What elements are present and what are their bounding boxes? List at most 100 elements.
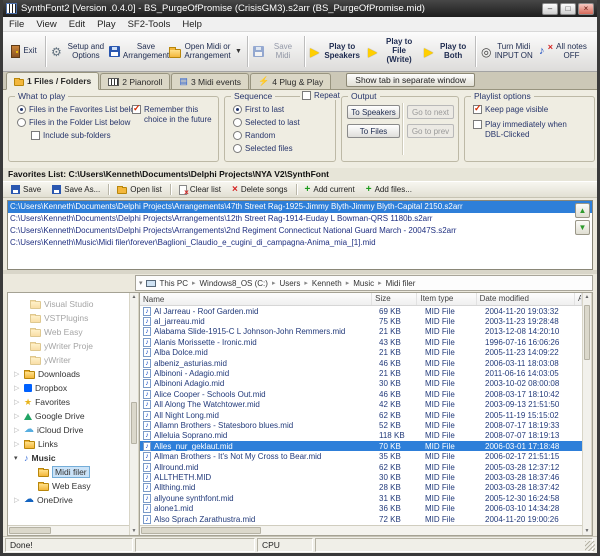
breadcrumb-midi-filer[interactable]: Midi filer: [386, 279, 416, 288]
tree-item-onedrive[interactable]: ▷☁OneDrive: [8, 493, 129, 507]
checkbox-repeat[interactable]: Repeat: [300, 91, 342, 100]
menu-view[interactable]: View: [36, 19, 56, 30]
setup-options-button[interactable]: ⚙ Setup and Options: [48, 34, 110, 69]
menu-help[interactable]: Help: [182, 19, 202, 30]
play-to-both-button[interactable]: ▶ Play to Both: [421, 34, 473, 69]
menu-play[interactable]: Play: [97, 19, 115, 30]
save-midi-button[interactable]: Save Midi: [250, 34, 302, 69]
open-dropdown-button[interactable]: ▼: [232, 34, 245, 69]
chevron-right-icon[interactable]: ▷: [14, 496, 21, 504]
column-header-size[interactable]: Size: [372, 293, 417, 305]
radio-first-to-last[interactable]: First to last: [233, 105, 284, 115]
tree-item-ywriter-proje[interactable]: yWriter Proje: [8, 339, 129, 353]
menu-file[interactable]: File: [9, 19, 24, 30]
radio-selected-to-last[interactable]: Selected to last: [233, 118, 300, 128]
tree-item-icloud-drive[interactable]: ▷☁iCloud Drive: [8, 423, 129, 437]
tab-plug-play[interactable]: ⚡ 4 Plug & Play: [250, 73, 331, 89]
chevron-down-icon[interactable]: ▾: [14, 454, 21, 462]
checkbox-keep-page-visible[interactable]: Keep page visible: [473, 105, 548, 115]
scrollbar-thumb[interactable]: [584, 305, 590, 360]
tree-horizontal-scrollbar[interactable]: [8, 525, 129, 535]
tree-item-vstplugins[interactable]: VSTPlugins: [8, 311, 129, 325]
file-row[interactable]: ♪All Along The Watchtower.mid 42 KB MID …: [140, 400, 582, 410]
scrollbar-thumb[interactable]: [141, 527, 261, 534]
checkbox-include-subfolders[interactable]: Include sub-folders: [31, 131, 111, 141]
scroll-up-arrow-icon[interactable]: ▲: [585, 294, 590, 300]
midi-input-button[interactable]: ◎ Turn Midi INPUT ON: [478, 34, 536, 69]
tree-item-dropbox[interactable]: ▷Dropbox: [8, 381, 129, 395]
file-row[interactable]: ♪Allamn Brothers - Statesboro blues.mid …: [140, 420, 582, 430]
tree-item-midi-filer[interactable]: Midi filer: [8, 465, 129, 479]
menu-sf2-tools[interactable]: SF2-Tools: [128, 19, 171, 30]
favorites-list-item[interactable]: C:\Users\Kenneth\Documents\Delphi Projec…: [8, 201, 592, 213]
file-row[interactable]: ♪Allround.mid 62 KB MID File 2005-03-28 …: [140, 462, 582, 472]
all-notes-off-button[interactable]: ♪ All notes OFF: [536, 34, 592, 69]
scroll-down-arrow-icon[interactable]: ▼: [585, 528, 590, 534]
table-vertical-scrollbar[interactable]: ▲ ▼: [582, 293, 592, 535]
file-row[interactable]: ♪allyoune synthfont.mid 31 KB MID File 2…: [140, 493, 582, 503]
column-header-name[interactable]: Name: [140, 293, 372, 305]
scrollbar-thumb[interactable]: [131, 402, 137, 444]
file-row[interactable]: ♪Alabama Slide-1915-C L Johnson-John Rem…: [140, 327, 582, 337]
show-tab-separate-window-button[interactable]: Show tab in separate window: [346, 73, 475, 87]
chevron-right-icon[interactable]: ▷: [14, 398, 21, 406]
menu-edit[interactable]: Edit: [69, 19, 85, 30]
minimize-button[interactable]: –: [542, 3, 558, 15]
file-row[interactable]: ♪Alles_nur_geklaut.mid 70 KB MID File 20…: [140, 441, 582, 451]
file-row[interactable]: ♪Albinoni - Adagio.mid 21 KB MID File 20…: [140, 368, 582, 378]
close-button[interactable]: ×: [578, 3, 594, 15]
tree-item-music[interactable]: ▾♪Music: [8, 451, 129, 465]
file-row[interactable]: ♪Allthing.mid 28 KB MID File 2003-03-28 …: [140, 483, 582, 493]
move-down-button[interactable]: ▼: [575, 220, 590, 235]
favorites-list-item[interactable]: C:\Users\Kenneth\Documents\Delphi Projec…: [8, 213, 592, 225]
column-header-item-type[interactable]: Item type: [417, 293, 476, 305]
save-arrangement-button[interactable]: Save Arrangement: [110, 34, 168, 69]
file-row[interactable]: ♪Allman Brothers - It's Not My Cross to …: [140, 451, 582, 461]
maximize-button[interactable]: □: [560, 3, 576, 15]
favorites-list-item[interactable]: C:\Users\Kenneth\Music\Midi filer\foreve…: [8, 237, 592, 249]
file-row[interactable]: ♪Albinoni Adagio.mid 30 KB MID File 2003…: [140, 379, 582, 389]
play-to-speakers-button[interactable]: ▶ Play to Speakers: [307, 34, 365, 69]
resize-grip-icon[interactable]: [585, 541, 595, 551]
to-speakers-button[interactable]: To Speakers: [347, 105, 400, 119]
breadcrumb-music[interactable]: Music: [353, 279, 374, 288]
move-up-button[interactable]: ▲: [575, 203, 590, 218]
radio-files-folder[interactable]: Files in the Folder List below: [17, 118, 130, 128]
tree-item-web-easy-child[interactable]: Web Easy: [8, 479, 129, 493]
favorites-clear-list-button[interactable]: Clear list: [174, 183, 226, 197]
scrollbar-thumb[interactable]: [9, 527, 51, 534]
column-header-date-modified[interactable]: Date modified: [477, 293, 575, 305]
file-row[interactable]: ♪Also Sprach Zarathustra.mid 72 KB MID F…: [140, 514, 582, 524]
checkbox-remember-choice[interactable]: Remember this choice in the future: [132, 105, 216, 125]
tree-item-web-easy[interactable]: Web Easy: [8, 325, 129, 339]
tab-pianoroll[interactable]: 2 Pianoroll: [100, 73, 170, 89]
file-row[interactable]: ♪Alba Dolce.mid 21 KB MID File 2005-11-2…: [140, 348, 582, 358]
favorites-save-as-button[interactable]: Save As...: [47, 183, 105, 197]
favorites-list-item[interactable]: C:\Users\Kenneth\Documents\Delphi Projec…: [8, 225, 592, 237]
radio-random[interactable]: Random: [233, 131, 275, 141]
chevron-right-icon[interactable]: ▷: [14, 384, 21, 392]
favorites-add-files-button[interactable]: + Add files...: [361, 183, 417, 197]
favorites-save-button[interactable]: Save: [6, 183, 46, 197]
scroll-down-arrow-icon[interactable]: ▼: [132, 528, 137, 534]
file-row[interactable]: ♪Alleluia Soprano.mid 118 KB MID File 20…: [140, 431, 582, 441]
tree-vertical-scrollbar[interactable]: ▲ ▼: [129, 293, 139, 535]
title-bar[interactable]: SynthFont2 [Version .0.4.0] - BS_PurgeOf…: [3, 0, 597, 17]
tree-item-downloads[interactable]: ▷Downloads: [8, 367, 129, 381]
chevron-right-icon[interactable]: ▷: [14, 412, 21, 420]
file-row[interactable]: ♪albeniz_asturias.mid 46 KB MID File 200…: [140, 358, 582, 368]
favorites-add-current-button[interactable]: + Add current: [300, 183, 360, 197]
exit-button[interactable]: Exit: [5, 34, 43, 69]
breadcrumb-drive[interactable]: Windows8_OS (C:): [199, 279, 267, 288]
file-row[interactable]: ♪Alice Cooper - Schools Out.mid 46 KB MI…: [140, 389, 582, 399]
radio-selected-files[interactable]: Selected files: [233, 144, 293, 154]
to-files-button[interactable]: To Files: [347, 124, 400, 138]
tree-item-ywriter[interactable]: yWriter: [8, 353, 129, 367]
file-row[interactable]: ♪al_jarreau.mid 75 KB MID File 2003-11-2…: [140, 316, 582, 326]
play-to-file-button[interactable]: ▶ Play to File (Write): [365, 34, 421, 69]
open-midi-arrangement-button[interactable]: Open Midi or Arrangement: [168, 34, 232, 69]
file-row[interactable]: ♪alone1.mid 36 KB MID File 2006-03-10 14…: [140, 503, 582, 513]
go-to-prev-button[interactable]: Go to prev: [407, 124, 454, 138]
tree-item-favorites[interactable]: ▷★Favorites: [8, 395, 129, 409]
file-row[interactable]: ♪Alanis Morissette - Ironic.mid 43 KB MI…: [140, 337, 582, 347]
